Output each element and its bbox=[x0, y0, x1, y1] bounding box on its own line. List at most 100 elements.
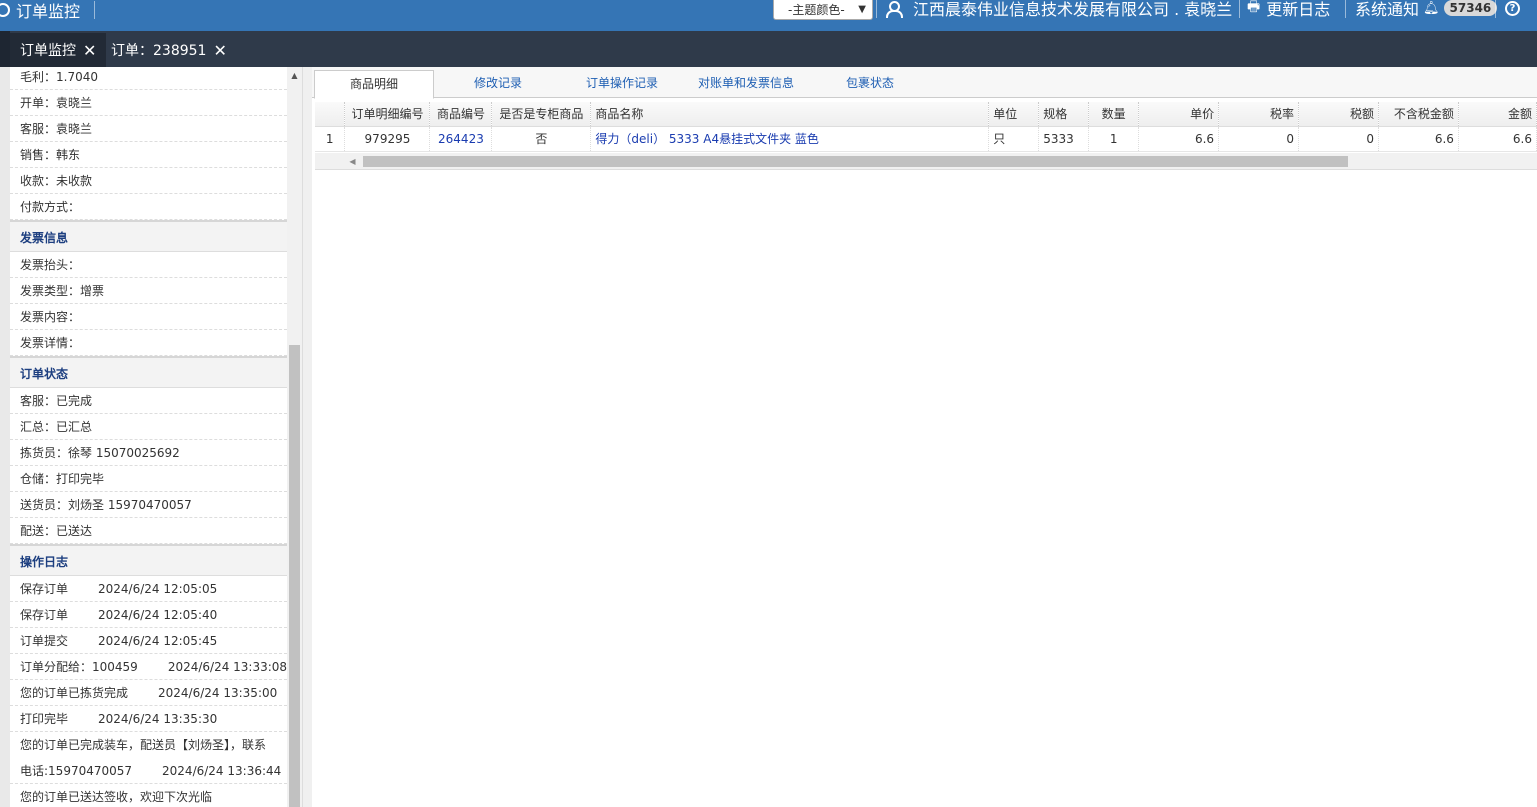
tab-operation-log[interactable]: 订单操作记录 bbox=[562, 70, 682, 98]
log-row: 订单提交 2024/6/24 12:05:45 bbox=[10, 628, 287, 654]
info-row-creator: 开单：袁晓兰 bbox=[10, 90, 287, 116]
divider bbox=[876, 0, 877, 18]
status-row-courier: 送货员：刘炀圣 15970470057 bbox=[10, 492, 287, 518]
notifications-link[interactable]: 系统通知 🔔︎ 57346 bbox=[1355, 0, 1498, 19]
log-row: 电话:15970470057 2024/6/24 13:36:44 bbox=[10, 758, 287, 784]
user-icon bbox=[886, 1, 903, 18]
status-row-delivery: 配送：已送达 bbox=[10, 518, 287, 544]
status-row-summary: 汇总：已汇总 bbox=[10, 414, 287, 440]
section-title-invoice: 发票信息 bbox=[10, 220, 287, 252]
log-row: 您的订单已送达签收，欢迎下次光临 bbox=[10, 784, 287, 807]
column-header[interactable]: 数量 bbox=[1088, 102, 1140, 127]
cell-tax-rate: 0 bbox=[1218, 126, 1300, 152]
cell-product-id-link[interactable]: 264423 bbox=[429, 126, 493, 152]
notification-badge: 57346 bbox=[1443, 0, 1498, 16]
close-icon[interactable]: ✕ bbox=[83, 41, 96, 60]
cell-detail-id: 979295 bbox=[344, 126, 431, 152]
changelog-label: 更新日志 bbox=[1266, 0, 1331, 19]
invoice-row-title: 发票抬头： bbox=[10, 252, 287, 278]
panel-splitter[interactable] bbox=[302, 67, 312, 807]
log-row: 您的订单已完成装车，配送员【刘炀圣】，联系 bbox=[20, 738, 267, 752]
chevron-down-icon: ▼ bbox=[858, 4, 866, 15]
cell-pretax-amount: 6.6 bbox=[1378, 126, 1459, 152]
column-header[interactable]: 商品名称 bbox=[590, 102, 990, 127]
table-row[interactable]: 1 979295 264423 否 得力（deli） 5333 A4悬挂式文件夹… bbox=[315, 126, 1537, 152]
info-row-service: 客服：袁晓兰 bbox=[10, 116, 287, 142]
column-header[interactable]: 金额 bbox=[1458, 102, 1537, 127]
app-brand: 订单监控 bbox=[0, 0, 96, 21]
cell-product-name-link[interactable]: 得力（deli） 5333 A4悬挂式文件夹 蓝色 bbox=[590, 126, 990, 152]
theme-color-select[interactable]: -主题颜色- ▼ bbox=[773, 0, 873, 20]
scroll-left-icon[interactable]: ◀ bbox=[345, 153, 360, 170]
top-bar: 订单监控 -主题颜色- ▼ 江西晨泰伟业信息技术发展有限公司 . 袁晓兰 🖶 更… bbox=[0, 0, 1537, 31]
invoice-row-content: 发票内容： bbox=[10, 304, 287, 330]
scrollbar-thumb[interactable] bbox=[289, 345, 300, 807]
tab-label: 订单：238951 bbox=[111, 43, 207, 59]
log-row: 打印完毕 2024/6/24 13:35:30 bbox=[10, 706, 287, 732]
order-detail-panel: 毛利：1.7040 开单：袁晓兰 客服：袁晓兰 销售：韩东 收款：未收款 付款方… bbox=[0, 67, 302, 807]
scroll-up-icon[interactable]: ▲ bbox=[287, 67, 302, 84]
column-header[interactable]: 不含税金额 bbox=[1378, 102, 1459, 127]
notifications-label: 系统通知 bbox=[1355, 0, 1420, 19]
user-menu[interactable]: 江西晨泰伟业信息技术发展有限公司 . 袁晓兰 bbox=[886, 0, 1232, 19]
horizontal-scrollbar[interactable]: ◀ bbox=[315, 153, 1537, 170]
row-number: 1 bbox=[315, 126, 346, 152]
theme-select-value: -主题颜色- bbox=[788, 3, 845, 17]
panel-edge bbox=[0, 67, 10, 807]
items-grid: 订单明细编号 商品编号 是否是专柜商品 商品名称 单位 规格 数量 单价 税率 … bbox=[315, 102, 1537, 152]
table-header-row: 订单明细编号 商品编号 是否是专柜商品 商品名称 单位 规格 数量 单价 税率 … bbox=[315, 102, 1537, 127]
status-row-warehouse: 仓储：打印完毕 bbox=[10, 466, 287, 492]
log-row: 保存订单 2024/6/24 12:05:40 bbox=[10, 602, 287, 628]
section-title-log: 操作日志 bbox=[10, 544, 287, 576]
log-row: 您的订单已拣货完成 2024/6/24 13:35:00 bbox=[10, 680, 287, 706]
status-row-service: 客服：已完成 bbox=[10, 388, 287, 414]
tab-edit-history[interactable]: 修改记录 bbox=[438, 70, 558, 98]
status-row-picker: 拣货员：徐琴 15070025692 bbox=[10, 440, 287, 466]
column-header[interactable]: 单位 bbox=[988, 102, 1040, 127]
order-items-area: 商品明细 修改记录 订单操作记录 对账单和发票信息 包裹状态 订单明细编号 商品… bbox=[312, 67, 1537, 807]
printer-icon: 🖶 bbox=[1247, 0, 1261, 15]
help-link[interactable]: ? bbox=[1505, 0, 1520, 18]
column-header[interactable] bbox=[315, 102, 346, 127]
column-header[interactable]: 订单明细编号 bbox=[344, 102, 431, 127]
tab-label: 订单监控 bbox=[20, 43, 76, 59]
tab-bar: 订单监控 ✕ 订单：238951 ✕ bbox=[0, 31, 1537, 67]
cell-tax-amount: 0 bbox=[1298, 126, 1379, 152]
column-header[interactable]: 税率 bbox=[1218, 102, 1300, 127]
eye-icon bbox=[0, 3, 10, 17]
help-icon: ? bbox=[1505, 0, 1520, 16]
tab-order-monitor[interactable]: 订单监控 ✕ bbox=[10, 33, 107, 67]
divider bbox=[1495, 0, 1496, 18]
bell-icon: 🔔︎ bbox=[1423, 0, 1440, 16]
invoice-row-detail: 发票详情： bbox=[10, 330, 287, 356]
column-header[interactable]: 税额 bbox=[1298, 102, 1379, 127]
items-table: 订单明细编号 商品编号 是否是专柜商品 商品名称 单位 规格 数量 单价 税率 … bbox=[315, 102, 1537, 152]
tab-bar-edge bbox=[0, 31, 10, 67]
tab-item-details[interactable]: 商品明细 bbox=[314, 70, 434, 99]
column-header[interactable]: 商品编号 bbox=[429, 102, 493, 127]
log-row: 订单分配给：100459 2024/6/24 13:33:08 bbox=[10, 654, 287, 680]
cell-amount: 6.6 bbox=[1458, 126, 1537, 152]
tab-statement-invoice[interactable]: 对账单和发票信息 bbox=[684, 70, 808, 98]
close-icon[interactable]: ✕ bbox=[213, 41, 226, 60]
column-header[interactable]: 单价 bbox=[1138, 102, 1220, 127]
log-row: 保存订单 2024/6/24 12:05:05 bbox=[10, 576, 287, 602]
divider bbox=[94, 1, 96, 19]
detail-tabs: 商品明细 修改记录 订单操作记录 对账单和发票信息 包裹状态 bbox=[312, 67, 1537, 99]
invoice-row-type: 发票类型：增票 bbox=[10, 278, 287, 304]
info-row-margin: 毛利：1.7040 bbox=[10, 67, 287, 90]
cell-quantity: 1 bbox=[1088, 126, 1140, 152]
column-header[interactable]: 是否是专柜商品 bbox=[491, 102, 592, 127]
changelog-link[interactable]: 🖶 更新日志 bbox=[1247, 0, 1331, 19]
cell-counter-product: 否 bbox=[491, 126, 592, 152]
divider bbox=[1345, 0, 1346, 18]
tab-order-238951[interactable]: 订单：238951 ✕ bbox=[101, 33, 237, 67]
cell-unit-price: 6.6 bbox=[1138, 126, 1220, 152]
tab-package-status[interactable]: 包裹状态 bbox=[812, 70, 928, 98]
vertical-scrollbar[interactable]: ▲ bbox=[287, 67, 302, 807]
app-title: 订单监控 bbox=[16, 2, 81, 21]
section-title-status: 订单状态 bbox=[10, 356, 287, 388]
scrollbar-thumb[interactable] bbox=[363, 156, 1348, 167]
column-header[interactable]: 规格 bbox=[1038, 102, 1090, 127]
divider bbox=[1239, 0, 1240, 18]
